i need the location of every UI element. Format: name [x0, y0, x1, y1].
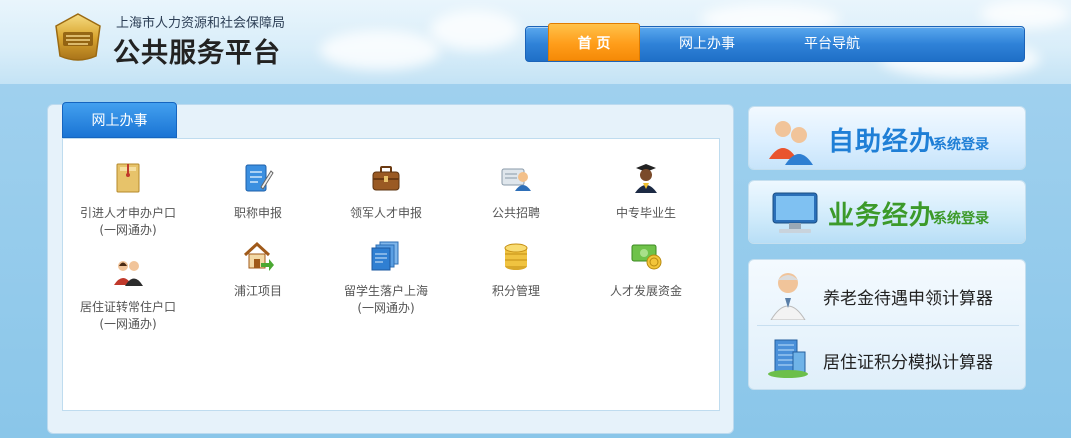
- residence-points-calculator-link[interactable]: 居住证积分模拟计算器: [749, 326, 1027, 390]
- service-label: 中专毕业生: [615, 206, 676, 220]
- service-grid: 引进人才申办户口 (一网通办) 职称申报 领军人才申报 公共招聘 中专毕业生 居…: [62, 138, 720, 411]
- nav-online-service[interactable]: 网上办事: [659, 27, 755, 61]
- business-login-text: 系统登录: [933, 211, 989, 227]
- main-nav: 首 页 网上办事 平台导航: [525, 23, 1025, 62]
- service-title-application[interactable]: 职称申报: [193, 161, 323, 222]
- building-icon: [768, 339, 808, 378]
- tab-online-service[interactable]: 网上办事: [62, 102, 177, 138]
- graduate-icon: [635, 164, 657, 193]
- page-header: 上海市人力资源和社会保障局 公共服务平台 首 页 网上办事 平台导航: [0, 0, 1071, 84]
- service-pujiang-project[interactable]: 浦江项目: [193, 239, 323, 300]
- residence-points-calculator-label: 居住证积分模拟计算器: [823, 353, 993, 373]
- service-label: 领军人才申报: [349, 206, 422, 220]
- online-service-panel: 网上办事 引进人才申办户口 (一网通办) 职称申报 领军人才申报 公共招聘 中专…: [47, 102, 734, 434]
- nav-home[interactable]: 首 页: [548, 23, 640, 61]
- service-label: 人才发展资金: [609, 284, 682, 298]
- service-overseas-student-hukou[interactable]: 留学生落户上海 (一网通办): [321, 239, 451, 317]
- document-stack-icon: [371, 241, 399, 271]
- service-public-recruitment[interactable]: 公共招聘: [451, 161, 581, 222]
- self-service-login-banner[interactable]: 自助经办 系统登录: [748, 106, 1026, 170]
- elderly-man-icon: [770, 273, 806, 320]
- business-title: 业务经办: [828, 201, 937, 231]
- service-residence-to-hukou[interactable]: 居住证转常住户口 (一网通办): [63, 255, 193, 333]
- service-label: 居住证转常住户口 (一网通办): [79, 300, 176, 331]
- certificate-pen-icon: [245, 164, 274, 192]
- computer-icon: [772, 192, 818, 233]
- document-envelope-icon: [116, 163, 140, 193]
- coin-stack-icon: [504, 243, 528, 270]
- pension-calculator-label: 养老金待遇申领计算器: [823, 289, 993, 309]
- platform-title: 公共服务平台: [113, 38, 281, 69]
- self-service-login-text: 系统登录: [933, 137, 989, 153]
- service-label: 积分管理: [491, 284, 540, 298]
- business-login-banner[interactable]: 业务经办 系统登录: [748, 180, 1026, 244]
- self-service-title: 自助经办: [828, 127, 937, 157]
- bureau-logo-icon[interactable]: [52, 12, 104, 64]
- nav-platform-guide[interactable]: 平台导航: [784, 27, 880, 61]
- service-label: 浦江项目: [233, 284, 282, 298]
- recruitment-card-icon: [501, 168, 531, 191]
- service-leading-talent[interactable]: 领军人才申报: [321, 161, 451, 222]
- service-label: 引进人才申办户口 (一网通办): [79, 206, 176, 237]
- people-icon: [769, 121, 813, 165]
- service-label: 留学生落户上海 (一网通办): [343, 284, 428, 315]
- briefcase-icon: [372, 166, 400, 191]
- couple-icon: [114, 261, 143, 286]
- service-label: 职称申报: [233, 206, 282, 220]
- calculator-box: 养老金待遇申领计算器 居住证积分模拟计算器: [748, 259, 1026, 390]
- service-vocational-graduate[interactable]: 中专毕业生: [581, 161, 711, 222]
- service-talent-fund[interactable]: 人才发展资金: [581, 239, 711, 300]
- money-icon: [631, 244, 662, 270]
- house-arrow-icon: [243, 241, 274, 271]
- service-talent-hukou[interactable]: 引进人才申办户口 (一网通办): [63, 161, 193, 239]
- pension-calculator-link[interactable]: 养老金待遇申领计算器: [749, 262, 1027, 326]
- service-label: 公共招聘: [491, 206, 540, 220]
- org-name: 上海市人力资源和社会保障局: [116, 16, 286, 31]
- service-points-management[interactable]: 积分管理: [451, 239, 581, 300]
